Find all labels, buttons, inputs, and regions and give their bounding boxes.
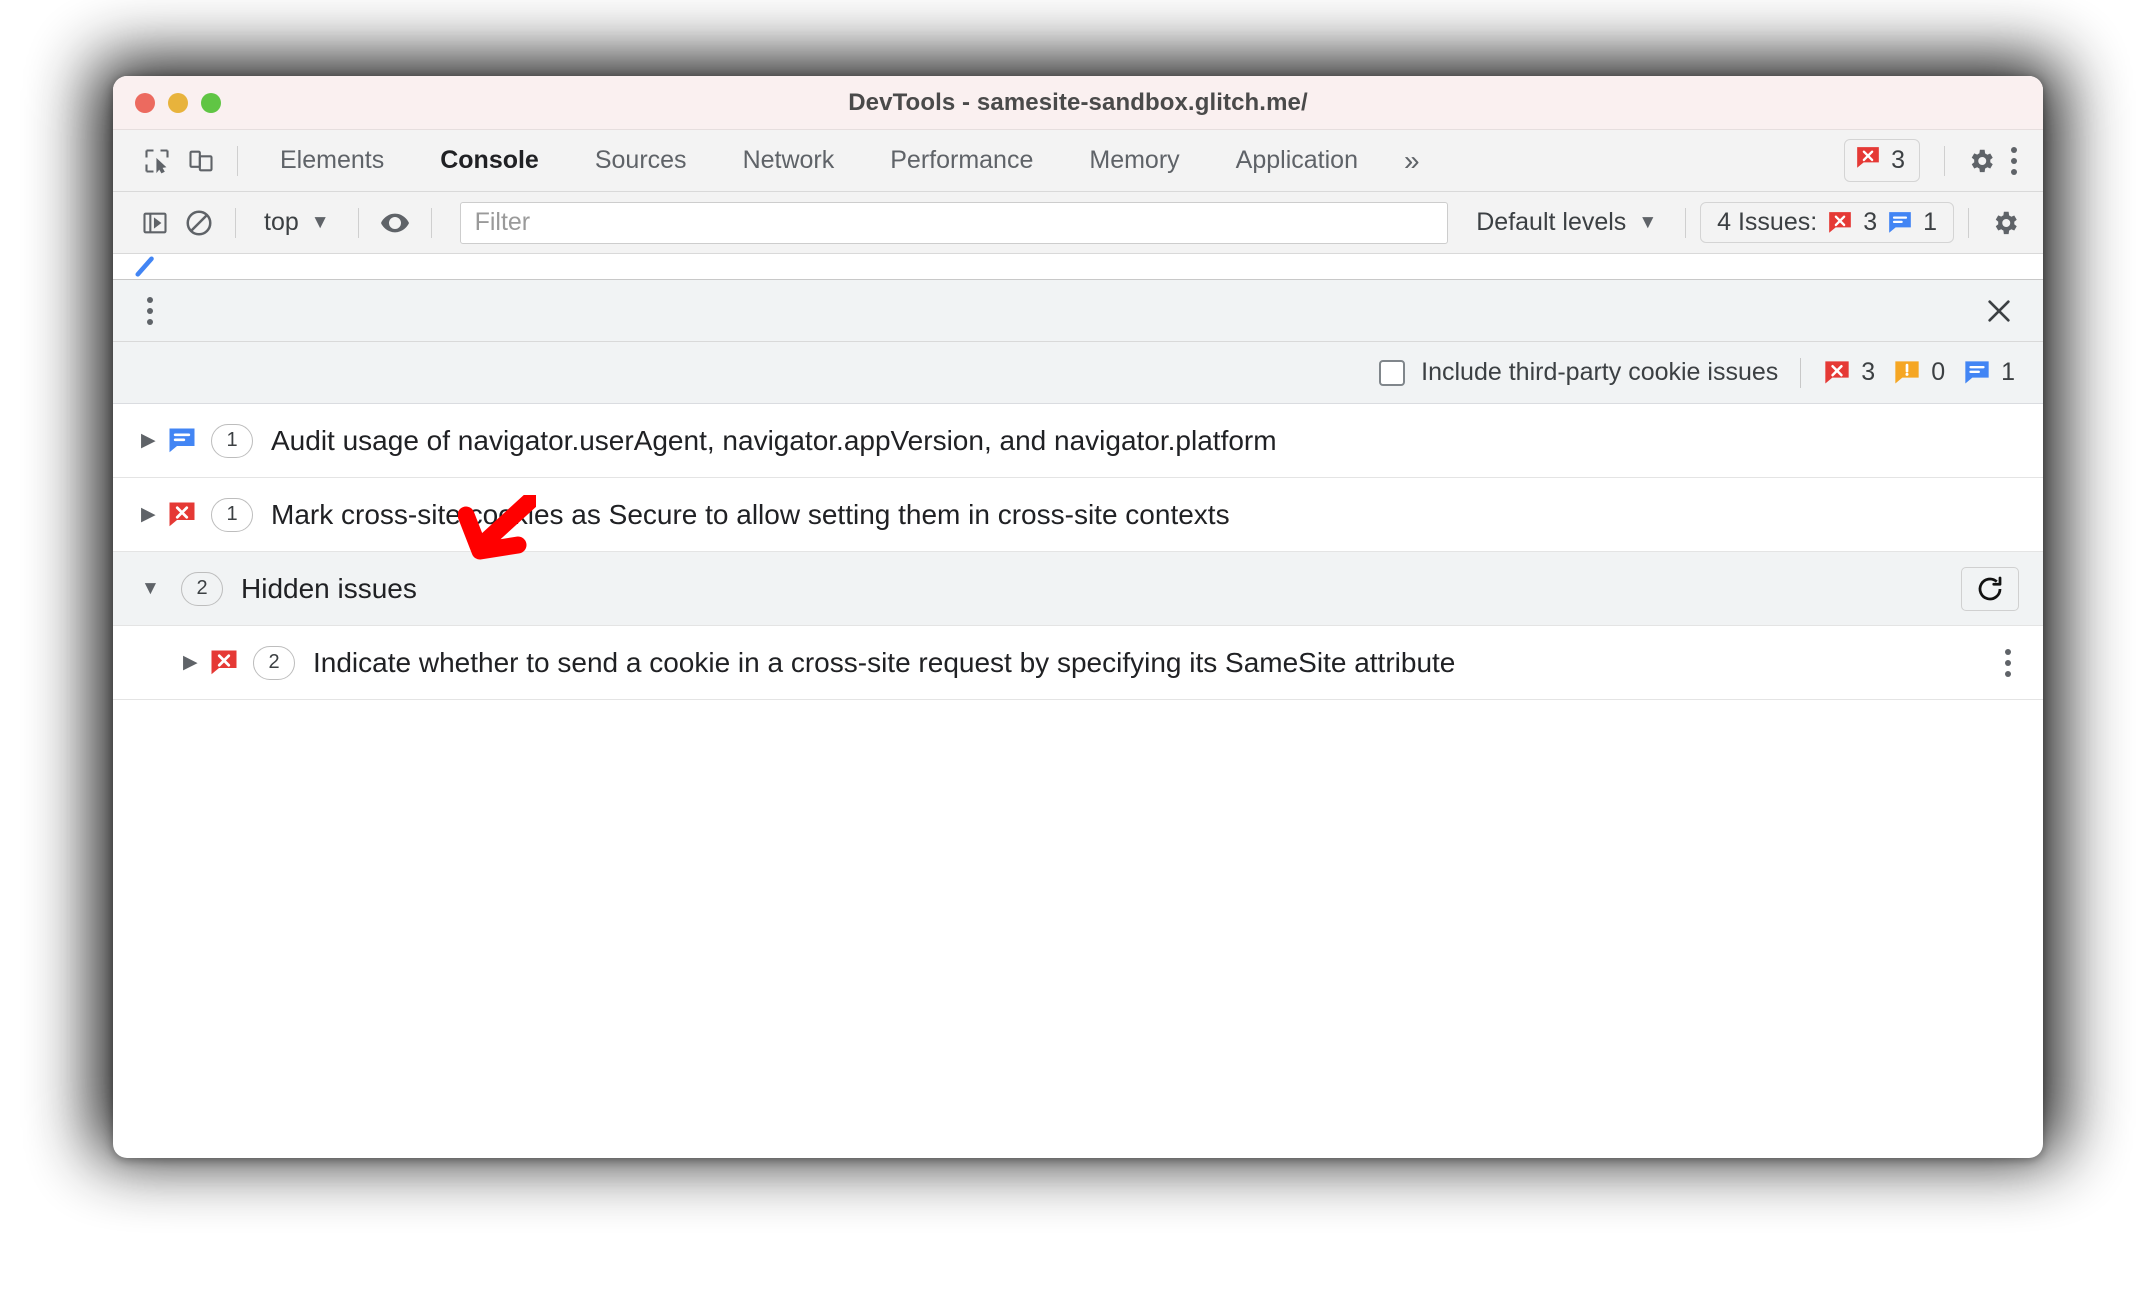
- console-divider-2: [357, 207, 359, 238]
- chevron-down-icon[interactable]: ▼: [141, 578, 167, 600]
- devtools-tabbar: Elements Console Sources Network Perform…: [113, 130, 2043, 192]
- toolbar-divider: [1800, 357, 1802, 388]
- issue-title: Audit usage of navigator.userAgent, navi…: [271, 424, 1277, 456]
- tab-application[interactable]: Application: [1208, 146, 1386, 175]
- filter-input[interactable]: Filter: [459, 201, 1449, 244]
- error-count-group: 3: [1823, 358, 1875, 387]
- error-icon: [209, 648, 239, 678]
- error-count: 3: [1891, 146, 1905, 174]
- device-toolbar-icon[interactable]: [179, 139, 223, 183]
- chevron-down-icon: ▼: [1638, 211, 1658, 233]
- issue-row-content: ▶ 1 Mark cross-site cookies as Secure to…: [141, 497, 1230, 532]
- chevron-down-icon: ▼: [310, 211, 330, 233]
- issues-pill-label: 4 Issues:: [1717, 208, 1818, 236]
- warning-count: 0: [1931, 358, 1946, 386]
- issue-row[interactable]: ▶ 1 Audit usage of navigator.userAgent, …: [113, 404, 2043, 478]
- issues-panel-toolbar: Include third-party cookie issues 3 0 1: [113, 342, 2043, 404]
- hidden-issues-count: 2: [181, 571, 223, 606]
- tabbar-right-divider: [1944, 145, 1945, 176]
- gear-icon[interactable]: [1959, 139, 2003, 183]
- more-tabs-icon[interactable]: »: [1386, 145, 1438, 177]
- kebab-menu-icon[interactable]: [2003, 137, 2025, 185]
- warning-count-group: 0: [1893, 358, 1945, 387]
- console-blue-mark-icon: [135, 256, 154, 277]
- error-count-pill[interactable]: 3: [1844, 139, 1920, 182]
- warning-icon: [1893, 359, 1921, 387]
- log-levels-label: Default levels: [1476, 208, 1627, 236]
- chevron-right-icon[interactable]: ▶: [183, 651, 209, 674]
- error-icon: [1823, 359, 1851, 387]
- issue-title: Mark cross-site cookies as Secure to all…: [271, 498, 1230, 530]
- issues-count-pill[interactable]: 4 Issues: 3 1: [1700, 202, 1954, 243]
- issue-row[interactable]: ▶ 1 Mark cross-site cookies as Secure to…: [113, 478, 2043, 552]
- clear-console-icon[interactable]: [177, 201, 221, 245]
- issue-title: Indicate whether to send a cookie in a c…: [313, 646, 1456, 678]
- issue-occurrence-count: 2: [253, 645, 295, 680]
- eye-icon[interactable]: [373, 201, 417, 245]
- console-divider-4: [1685, 207, 1687, 238]
- refresh-icon[interactable]: [1961, 566, 2019, 611]
- tab-sources[interactable]: Sources: [567, 146, 715, 175]
- execution-context-selector[interactable]: top ▼: [250, 208, 344, 237]
- console-divider-3: [430, 207, 432, 238]
- filter-placeholder: Filter: [474, 208, 531, 236]
- error-count: 3: [1861, 358, 1876, 386]
- tab-elements[interactable]: Elements: [252, 146, 412, 175]
- error-icon: [167, 500, 197, 530]
- include-third-party-cookie-issues-label: Include third-party cookie issues: [1421, 358, 1779, 386]
- inspect-element-icon[interactable]: [135, 139, 179, 183]
- chevron-right-icon[interactable]: ▶: [141, 429, 167, 452]
- error-icon: [1855, 145, 1881, 176]
- tab-network[interactable]: Network: [715, 146, 863, 175]
- info-icon: [1887, 210, 1913, 236]
- titlebar: DevTools - samesite-sandbox.glitch.me/: [113, 76, 2043, 130]
- console-message-strip: [113, 254, 2043, 280]
- console-sidebar-icon[interactable]: [133, 201, 177, 245]
- info-count-group: 1: [1963, 358, 2015, 387]
- issues-error-count: 3: [1863, 208, 1878, 236]
- tabbar-right-controls: 3: [1844, 137, 2025, 185]
- issue-occurrence-count: 1: [211, 423, 253, 458]
- error-icon: [1827, 210, 1853, 236]
- tab-console[interactable]: Console: [412, 146, 567, 175]
- info-icon: [1963, 359, 1991, 387]
- issue-occurrence-count: 1: [211, 497, 253, 532]
- info-icon: [167, 426, 197, 456]
- issue-row-content: ▶ 1 Audit usage of navigator.userAgent, …: [141, 423, 1277, 458]
- page-backdrop: DevTools - samesite-sandbox.glitch.me/ E…: [0, 0, 2150, 1312]
- hidden-issues-group-row[interactable]: ▼ 2 Hidden issues: [113, 552, 2043, 626]
- close-icon[interactable]: [1979, 287, 2019, 335]
- kebab-menu-icon[interactable]: [139, 287, 161, 335]
- issues-panel-header: [113, 280, 2043, 342]
- devtools-window: DevTools - samesite-sandbox.glitch.me/ E…: [113, 76, 2043, 1158]
- info-count: 1: [2001, 358, 2015, 386]
- gear-icon[interactable]: [1983, 201, 2027, 245]
- issue-row[interactable]: ▶ 2 Indicate whether to send a cookie in…: [113, 626, 2043, 700]
- chevron-right-icon[interactable]: ▶: [141, 503, 167, 526]
- tab-performance[interactable]: Performance: [862, 146, 1061, 175]
- hidden-issues-label: Hidden issues: [241, 572, 417, 604]
- window-title: DevTools - samesite-sandbox.glitch.me/: [848, 88, 1308, 116]
- execution-context-label: top: [264, 208, 299, 236]
- include-third-party-cookie-issues-checkbox[interactable]: [1379, 359, 1406, 386]
- log-levels-selector[interactable]: Default levels ▼: [1462, 208, 1671, 237]
- panel-tabs: Elements Console Sources Network Perform…: [252, 145, 1844, 177]
- issues-info-count: 1: [1923, 208, 1937, 236]
- kebab-menu-icon[interactable]: [1997, 639, 2019, 687]
- console-toolbar: top ▼ Filter Default levels ▼ 4 Issues: …: [113, 192, 2043, 254]
- console-divider-5: [1968, 207, 1969, 238]
- tabbar-divider: [237, 145, 238, 176]
- console-divider-1: [235, 207, 236, 238]
- tab-memory[interactable]: Memory: [1061, 146, 1207, 175]
- issue-row-content: ▶ 2 Indicate whether to send a cookie in…: [183, 645, 1456, 680]
- hidden-issues-group-content: ▼ 2 Hidden issues: [141, 571, 417, 606]
- issues-list: ▶ 1 Audit usage of navigator.userAgent, …: [113, 404, 2043, 700]
